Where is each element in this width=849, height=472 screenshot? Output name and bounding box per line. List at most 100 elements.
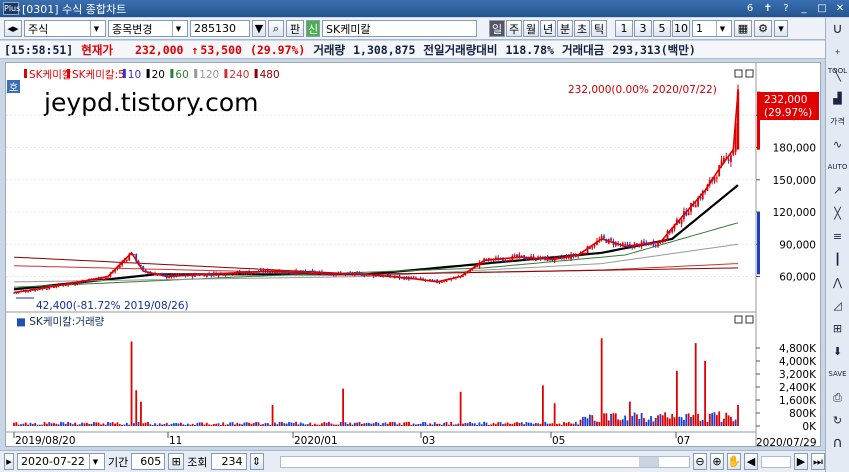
gear-icon[interactable]: ⚙ [754, 20, 772, 37]
candle-body [610, 238, 612, 241]
current-time: [15:58:51] [4, 42, 74, 57]
end-icon[interactable]: ⏭ [811, 453, 825, 470]
search-type-select[interactable]: 종목변경 ▼ [108, 20, 188, 37]
bottom-nav-icon[interactable]: ▸ [4, 453, 14, 470]
price-volume-chart[interactable]: SK케미칼 SK케미칼:5 10 20 60 120 240 480 jeypd.tistor… [6, 63, 820, 449]
query-input[interactable]: 234 [210, 453, 247, 470]
query-stepper-icon[interactable]: ⇕ [249, 453, 264, 470]
period-2-button[interactable]: 월 [523, 20, 539, 37]
date-select[interactable]: 2020-07-22 ▼ [17, 453, 105, 470]
search-icon[interactable]: ⌕ [268, 20, 284, 37]
volume-bar [358, 421, 361, 426]
panel-max-icon[interactable] [734, 69, 743, 78]
volume-bar [227, 424, 229, 426]
volume-bar [532, 423, 535, 426]
scrollbar-track[interactable] [279, 455, 690, 468]
zoom-out-icon[interactable]: ⊖ [693, 453, 707, 470]
print-icon[interactable]: ⎙ [828, 388, 848, 407]
zigzag-tool-icon[interactable]: ⋀ [828, 273, 848, 292]
pan-button[interactable]: 판 [286, 20, 304, 37]
stock-code-input[interactable]: 285130 [190, 20, 250, 37]
interval-1-button[interactable]: 1 [615, 20, 633, 37]
vol-panel-max-icon[interactable] [734, 315, 743, 324]
chart-area[interactable]: SK케미칼 SK케미칼:5 10 20 60 120 240 480 jeypd.tistor… [5, 62, 821, 449]
period-6-button[interactable]: 틱 [591, 20, 607, 37]
next-icon[interactable]: ▶ [794, 453, 808, 470]
volume-bar [586, 418, 589, 426]
trend-tool-icon[interactable]: ↗ [828, 181, 848, 200]
chart-tool-icon[interactable]: ▟ [828, 89, 848, 108]
refresh-icon[interactable]: ↻ [828, 411, 848, 430]
window-count-badge[interactable]: 6 [743, 2, 757, 15]
volume-bar [335, 424, 337, 426]
price-axis-label: 150,000 [773, 175, 816, 187]
auto-tool-icon[interactable]: AUTO [828, 158, 848, 177]
volume-bar [556, 423, 558, 426]
interval-10-button[interactable]: 10 [672, 20, 690, 37]
volume-bar [219, 424, 222, 426]
save-icon[interactable]: SAVE [828, 365, 848, 384]
tool-icon[interactable]: + TOOL [828, 43, 848, 75]
period-4-button[interactable]: 분 [557, 20, 573, 37]
panel-close-icon[interactable] [745, 69, 754, 78]
period-0-button[interactable]: 일 [489, 20, 505, 37]
window-title: [0301] 수식 종합차트 [22, 2, 127, 16]
period-5-button[interactable]: 초 [574, 20, 590, 37]
period-input[interactable]: 605 [131, 453, 166, 470]
candle-body [311, 270, 314, 272]
nav-arrows-icon[interactable]: ◂▸ [4, 20, 22, 37]
price-axis-label: 120,000 [773, 207, 816, 219]
code-dropdown-icon[interactable]: ▼ [252, 20, 266, 37]
help-icon[interactable]: ? [779, 2, 793, 15]
minimize-icon[interactable]: _ [797, 2, 811, 15]
collapse-up-icon[interactable]: ∪ [828, 20, 848, 39]
pin-icon[interactable]: ✝ [761, 2, 775, 15]
volume-bar [680, 417, 683, 426]
volume-bar [55, 423, 58, 426]
volume-bar [431, 424, 434, 426]
cross-tool-icon[interactable]: ╳ [828, 204, 848, 223]
query-icon[interactable]: ⊞ [168, 453, 185, 470]
volume-bar [541, 385, 544, 426]
download-icon[interactable]: ⬇ [828, 342, 848, 361]
candle-body [328, 274, 330, 276]
period-3-button[interactable]: 년 [540, 20, 556, 37]
price-change: 53,500 [200, 42, 242, 57]
volume-bar [48, 422, 51, 426]
interval-5-button[interactable]: 5 [653, 20, 671, 37]
volume-bar [544, 421, 547, 426]
area-tool-icon[interactable]: ◿ [828, 296, 848, 315]
volume-bar [732, 421, 735, 426]
vol-panel-close-icon[interactable] [745, 315, 754, 324]
maximize-icon[interactable]: □ [815, 2, 829, 15]
interval-3-button[interactable]: 3 [634, 20, 652, 37]
grid-icon[interactable]: ▦ [734, 20, 752, 37]
period-1-button[interactable]: 주 [506, 20, 522, 37]
zoom-in-icon[interactable]: ⊕ [710, 453, 724, 470]
volume-bar [403, 422, 406, 426]
position-slider[interactable] [761, 455, 791, 468]
measure-tool-icon[interactable]: ⊞ [828, 319, 848, 338]
pan-hand-icon[interactable]: ✋ [727, 453, 741, 470]
volume-bar [375, 421, 377, 426]
price-tool-icon[interactable]: 가격 [828, 112, 848, 131]
volume-bar [121, 424, 124, 426]
more-icon[interactable]: ▾ [774, 20, 788, 37]
volume-bar [50, 423, 53, 426]
prev-icon[interactable]: ◀ [744, 453, 758, 470]
close-icon[interactable]: ✕ [833, 2, 847, 15]
wave-tool-icon[interactable]: ∿ [828, 135, 848, 154]
market-select[interactable]: 주식 ▼ [24, 20, 106, 37]
unit-input[interactable]: 1 ▼ [692, 20, 732, 37]
volume-bar [469, 421, 471, 426]
candle-body [363, 275, 366, 277]
volume-bar [518, 422, 521, 426]
candle-tool-icon[interactable]: ┃ [828, 250, 848, 269]
scrollbar-thumb[interactable] [639, 456, 659, 467]
candle-body [603, 235, 605, 239]
volume-bar [426, 424, 429, 426]
fibo-tool-icon[interactable]: ≡ [828, 227, 848, 246]
volume-bar [215, 423, 218, 426]
candle-body [730, 155, 732, 162]
collapse-down-icon[interactable]: ∩ [828, 434, 848, 453]
